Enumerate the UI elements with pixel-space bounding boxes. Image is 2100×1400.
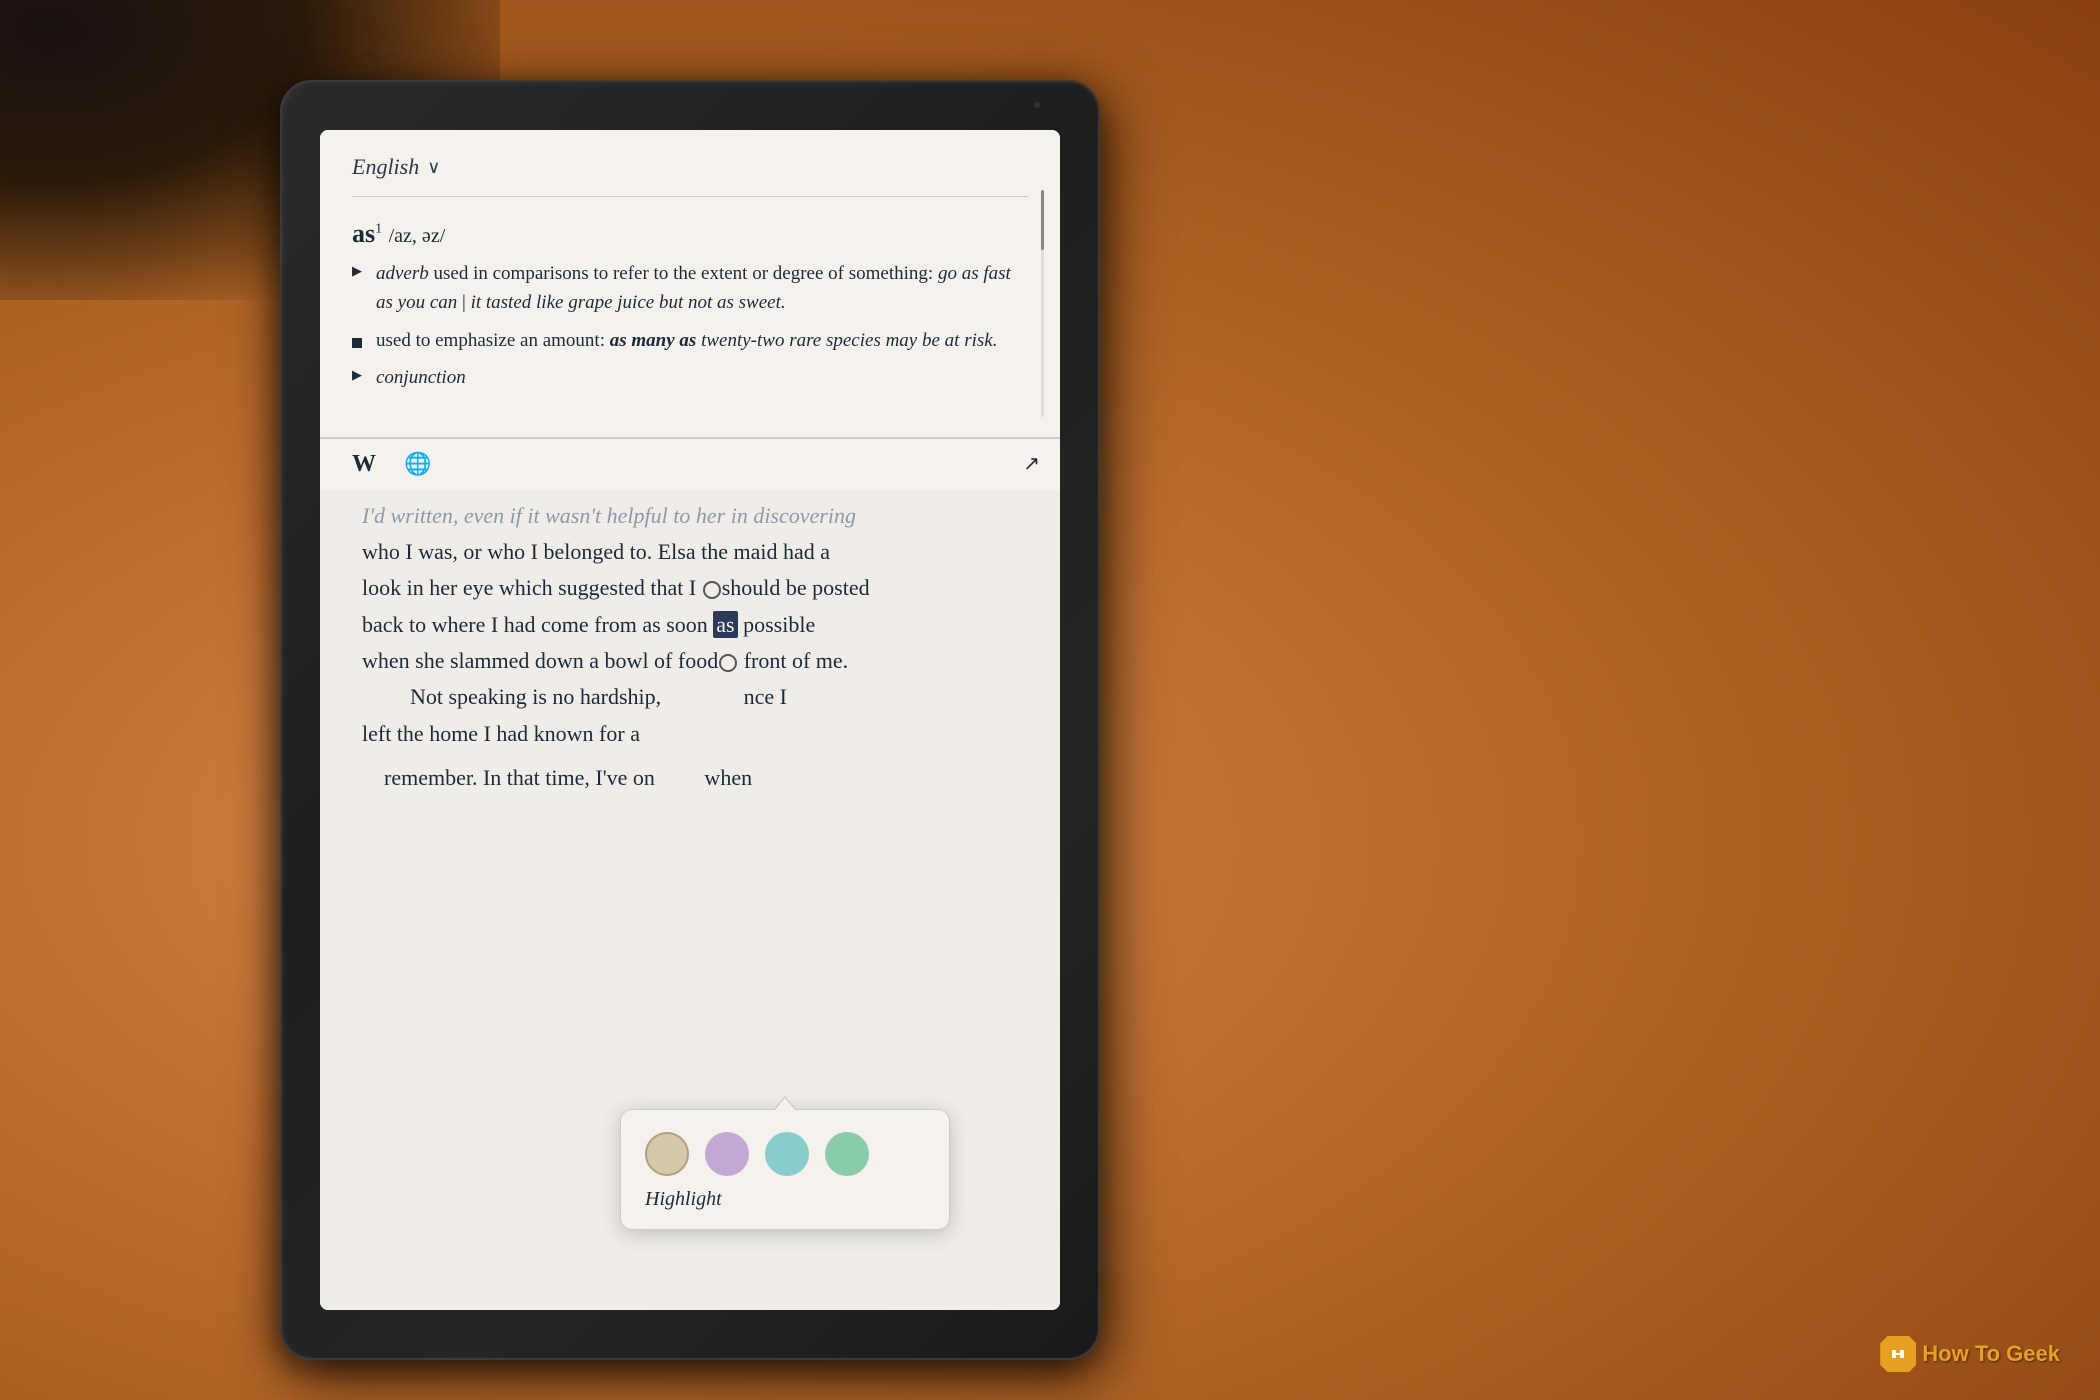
headword-superscript: 1: [375, 221, 382, 236]
book-line-6: left the home I had known for a: [362, 716, 1018, 752]
htg-icon-svg: [1888, 1344, 1908, 1364]
book-line-2: look in her eye which suggested that I s…: [362, 570, 1018, 606]
language-dropdown-arrow: ∨: [427, 157, 440, 178]
definition-item-1: ▶ adverb used in comparisons to refer to…: [352, 259, 1028, 318]
highlight-popup[interactable]: Highlight: [620, 1109, 950, 1230]
bullet-square-1: [352, 328, 366, 357]
selection-handle-end: [719, 654, 737, 672]
swatch-yellow[interactable]: [645, 1132, 689, 1176]
htg-logo: How To Geek: [1880, 1336, 2060, 1372]
definition-item-3: ▶ conjunction: [352, 363, 1028, 392]
bullet-triangle-1: ▶: [352, 261, 362, 281]
watermark: How To Geek: [1880, 1336, 2060, 1372]
camera-dot: [1034, 102, 1040, 108]
wikipedia-bar[interactable]: W 🌐 ↗: [320, 438, 1060, 490]
kindle-screen: English ∨ as1 /az, əz/: [320, 130, 1060, 1310]
swatch-green[interactable]: [825, 1132, 869, 1176]
swatch-blue[interactable]: [765, 1132, 809, 1176]
scrollbar[interactable]: [1041, 190, 1044, 417]
language-selector[interactable]: English ∨: [352, 154, 1028, 197]
color-swatches: [645, 1132, 925, 1176]
popup-arrow: [773, 1096, 797, 1110]
def-text-1: used in comparisons to refer to the exte…: [376, 263, 1011, 313]
definition-item-2: used to emphasize an amount: as many as …: [352, 326, 1028, 355]
expand-icon[interactable]: ↗: [1023, 451, 1040, 476]
book-line-7: remember. In that time, I've on when: [362, 760, 1018, 796]
word-entry: as1 /az, əz/ ▶ adverb used in comparison…: [352, 219, 1028, 417]
selection-handle-start: [703, 581, 721, 599]
book-text-area: I'd written, even if it wasn't helpful t…: [320, 490, 1060, 1310]
highlight-label: Highlight: [645, 1188, 925, 1211]
pos-adverb: adverb: [376, 263, 429, 284]
kindle-device: English ∨ as1 /az, əz/: [280, 80, 1100, 1360]
book-line-3: back to where I had come from as soon as…: [362, 607, 1018, 643]
globe-icon[interactable]: 🌐: [404, 451, 431, 477]
language-label: English: [352, 154, 419, 180]
htg-text: How To Geek: [1922, 1341, 2060, 1367]
htg-icon: [1880, 1336, 1916, 1372]
dictionary-panel: English ∨ as1 /az, əz/: [320, 130, 1060, 438]
definition-list: ▶ adverb used in comparisons to refer to…: [352, 259, 1028, 393]
highlighted-word-as[interactable]: as: [713, 611, 737, 638]
kindle-bezel: English ∨ as1 /az, əz/: [320, 130, 1060, 1310]
bullet-triangle-2: ▶: [352, 365, 362, 385]
book-line-fade: I'd written, even if it wasn't helpful t…: [362, 498, 1018, 534]
pronunciation: /az, əz/: [389, 225, 446, 247]
book-line-1: who I was, or who I belonged to. Elsa th…: [362, 534, 1018, 570]
def-text-2: used to emphasize an amount: as many as …: [376, 330, 997, 351]
book-line-5: Not speaking is no hardship, nce I: [362, 679, 1018, 715]
headword-line: as1 /az, əz/: [352, 219, 1028, 249]
swatch-purple[interactable]: [705, 1132, 749, 1176]
pos-conjunction: conjunction: [376, 367, 466, 388]
scrollbar-thumb: [1041, 190, 1044, 250]
wikipedia-w-icon[interactable]: W: [352, 451, 376, 478]
book-line-4: when she slammed down a bowl of food fro…: [362, 643, 1018, 679]
headword: as1: [352, 219, 389, 248]
